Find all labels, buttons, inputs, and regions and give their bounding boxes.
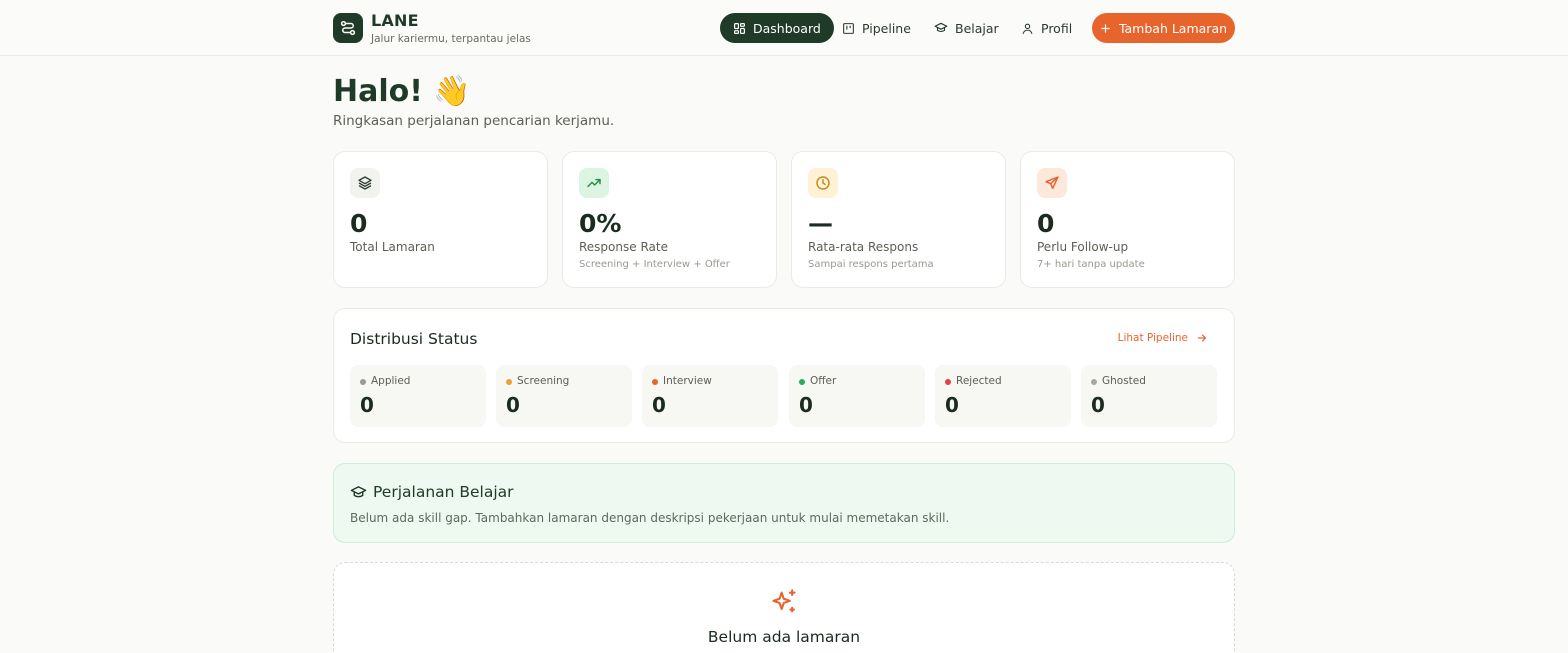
stat-sub: Sampai respons pertama [808,259,934,270]
stat-value: 0 [1037,209,1055,238]
layers-icon [350,168,380,198]
nav-dashboard[interactable]: Dashboard [720,13,834,43]
stat-label: Response Rate [579,240,668,254]
stat-label: Rata-rata Respons [808,240,919,254]
stat-value: — [808,209,833,238]
stat-value: 0% [579,209,622,238]
nav-profil-label: Profil [1041,20,1073,36]
clock-icon [808,168,838,198]
status-tile-interview[interactable]: Interview 0 [642,365,778,427]
status-distribution-card: Distribusi Status Lihat Pipeline Applied… [333,308,1235,443]
stat-card-total: 0 Total Lamaran [333,151,548,288]
status-label: Offer [810,375,837,387]
add-application-button[interactable]: Tambah Lamaran [1092,13,1235,43]
route-icon [340,20,356,36]
stat-card-avg-response: — Rata-rata Respons Sampai respons perta… [791,151,1006,288]
stat-value: 0 [350,209,368,238]
brand-name: LANE [371,11,419,30]
status-count: 0 [506,393,520,417]
sparkles-icon [770,588,798,616]
status-label: Applied [371,375,411,387]
nav-pipeline-label: Pipeline [862,20,911,36]
stat-card-follow-up: 0 Perlu Follow-up 7+ hari tanpa update [1020,151,1235,288]
nav-belajar[interactable]: Belajar [926,13,1007,43]
status-tile-rejected[interactable]: Rejected 0 [935,365,1071,427]
trending-up-icon [579,168,609,198]
graduation-cap-icon [350,484,367,501]
status-dot [1091,379,1097,385]
learning-title: Perjalanan Belajar [373,483,514,501]
user-icon [1021,22,1034,35]
page-title: Halo! 👋 [333,74,471,109]
status-dot [360,379,366,385]
status-dot [799,379,805,385]
stat-card-response-rate: 0% Response Rate Screening + Interview +… [562,151,777,288]
status-dot [506,379,512,385]
status-count: 0 [1091,393,1105,417]
status-label: Rejected [956,375,1002,387]
send-icon [1037,168,1067,198]
empty-state-title: Belum ada lamaran [707,628,861,646]
status-label: Ghosted [1102,375,1146,387]
view-pipeline-label: Lihat Pipeline [1117,332,1188,344]
status-count: 0 [360,393,374,417]
status-tile-offer[interactable]: Offer 0 [789,365,925,427]
status-count: 0 [652,393,666,417]
status-dot [945,379,951,385]
status-label: Screening [517,375,570,387]
stat-label: Total Lamaran [350,240,435,254]
nav-profil[interactable]: Profil [1013,13,1080,43]
kanban-icon [842,22,855,35]
add-application-label: Tambah Lamaran [1118,20,1228,36]
status-count: 0 [799,393,813,417]
stat-sub: Screening + Interview + Offer [579,259,730,270]
stat-sub: 7+ hari tanpa update [1037,259,1145,270]
graduation-cap-icon [934,21,948,35]
arrow-right-icon [1196,332,1208,344]
status-label: Interview [663,375,712,387]
empty-applications: Belum ada lamaran [333,562,1235,653]
nav-pipeline[interactable]: Pipeline [834,13,919,43]
learning-journey-card: Perjalanan Belajar Belum ada skill gap. … [333,463,1235,543]
learning-description: Belum ada skill gap. Tambahkan lamaran d… [350,511,950,525]
status-count: 0 [945,393,959,417]
status-tile-screening[interactable]: Screening 0 [496,365,632,427]
view-pipeline-link[interactable]: Lihat Pipeline [1118,332,1208,344]
status-tile-ghosted[interactable]: Ghosted 0 [1081,365,1217,427]
distribution-title: Distribusi Status [350,330,478,348]
dashboard-grid-icon [733,22,746,35]
nav-belajar-label: Belajar [955,20,999,36]
plus-icon [1100,23,1111,34]
logo[interactable] [333,13,363,43]
brand-tagline: Jalur kariermu, terpantau jelas [371,33,531,45]
page-subtitle: Ringkasan perjalanan pencarian kerjamu. [333,113,615,129]
top-bar: LANE Jalur kariermu, terpantau jelas Das… [0,0,1568,56]
status-dot [652,379,658,385]
status-tile-applied[interactable]: Applied 0 [350,365,486,427]
nav-dashboard-label: Dashboard [753,20,821,36]
stat-label: Perlu Follow-up [1037,240,1129,254]
